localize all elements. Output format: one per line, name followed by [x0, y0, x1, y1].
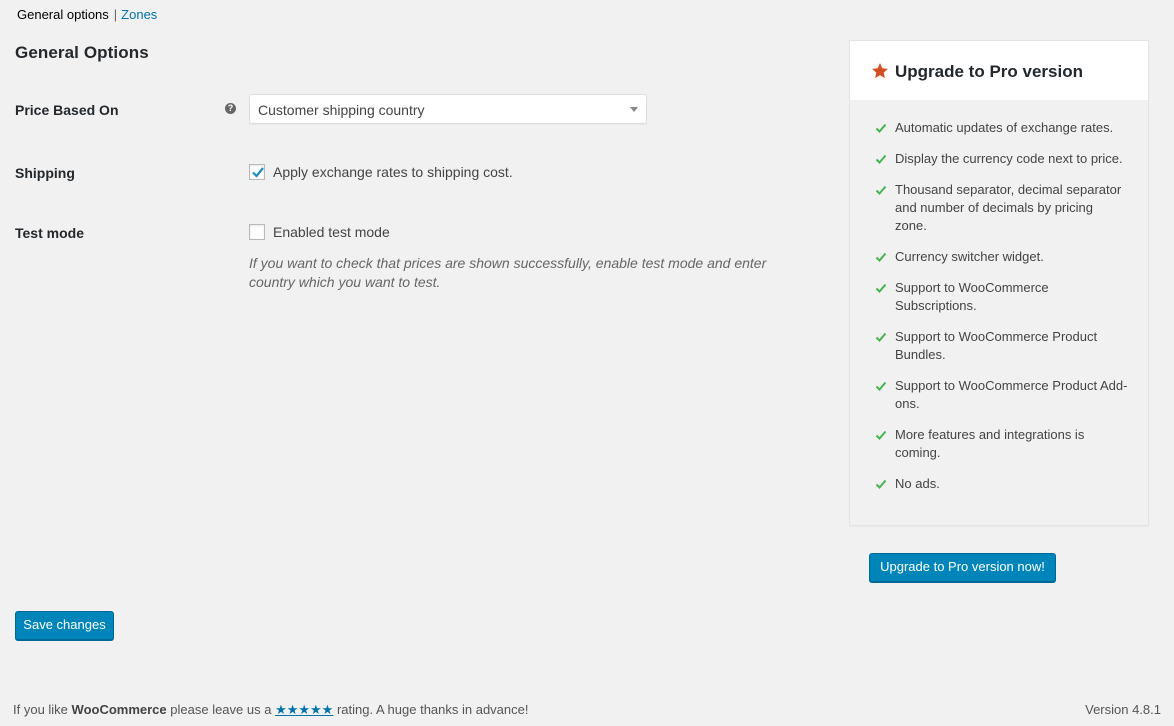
pro-feature-text: Display the currency code next to price. — [895, 151, 1123, 166]
checkmark-icon — [875, 154, 887, 164]
pro-feature-text: More features and integrations is coming… — [895, 427, 1085, 460]
upgrade-pro-header: Upgrade to Pro version — [850, 41, 1148, 100]
footer-rating-text: If you like WooCommerce please leave us … — [13, 702, 528, 718]
pro-feature-item: Support to WooCommerce Subscriptions. — [850, 279, 1148, 315]
pro-feature-text: Support to WooCommerce Product Bundles. — [895, 329, 1098, 362]
checkmark-icon — [252, 167, 264, 178]
question-icon[interactable]: ? — [225, 103, 236, 114]
nav-zones-link[interactable]: Zones — [121, 7, 157, 22]
shipping-checkbox-label[interactable]: Apply exchange rates to shipping cost. — [273, 164, 513, 180]
nav-separator: | — [113, 7, 118, 22]
pro-feature-item: No ads. — [850, 475, 1148, 493]
pro-feature-item: Support to WooCommerce Product Add-ons. — [850, 377, 1148, 413]
price-based-on-select[interactable]: Customer shipping country — [249, 94, 647, 124]
save-changes-button[interactable]: Save changes — [15, 611, 114, 640]
pro-feature-item: Automatic updates of exchange rates. — [850, 119, 1148, 137]
chevron-down-icon — [630, 107, 638, 112]
nav-general-options[interactable]: General options — [17, 7, 109, 22]
footer-middle: please leave us a — [166, 702, 276, 717]
upgrade-pro-button[interactable]: Upgrade to Pro version now! — [869, 553, 1056, 582]
pro-feature-text: Support to WooCommerce Product Add-ons. — [895, 378, 1128, 411]
test-mode-checkbox[interactable] — [249, 224, 265, 240]
pro-feature-text: Thousand separator, decimal separator an… — [895, 182, 1122, 233]
rating-stars-link[interactable]: ★★★★★ — [275, 702, 333, 717]
test-mode-description: If you want to check that prices are sho… — [249, 255, 767, 290]
settings-subnav: General options | Zones — [17, 6, 157, 24]
pro-feature-text: No ads. — [895, 476, 940, 491]
checkmark-icon — [875, 123, 887, 133]
checkmark-icon — [875, 381, 887, 391]
price-based-on-label: Price Based On — [15, 102, 119, 118]
test-mode-checkbox-label[interactable]: Enabled test mode — [273, 224, 390, 240]
checkmark-icon — [875, 185, 887, 195]
pro-feature-item: Display the currency code next to price. — [850, 150, 1148, 168]
pro-features-list: Automatic updates of exchange rates. Disp… — [850, 119, 1148, 506]
checkmark-icon — [875, 332, 887, 342]
upgrade-pro-panel: Upgrade to Pro version Automatic updates… — [849, 40, 1149, 526]
pro-feature-item: Thousand separator, decimal separator an… — [850, 181, 1148, 235]
checkmark-icon — [875, 283, 887, 293]
pro-feature-item: Support to WooCommerce Product Bundles. — [850, 328, 1148, 364]
star-icon — [872, 63, 888, 79]
price-based-on-selected-value: Customer shipping country — [258, 102, 425, 118]
footer-brand: WooCommerce — [71, 702, 167, 717]
page-title: General Options — [15, 43, 149, 62]
upgrade-pro-title: Upgrade to Pro version — [895, 62, 1083, 81]
checkmark-icon — [875, 252, 887, 262]
test-mode-label: Test mode — [15, 225, 84, 241]
pro-feature-text: Support to WooCommerce Subscriptions. — [895, 280, 1049, 313]
pro-feature-item: Currency switcher widget. — [850, 248, 1148, 266]
pro-feature-text: Currency switcher widget. — [895, 249, 1044, 264]
footer-suffix: rating. A huge thanks in advance! — [333, 702, 529, 717]
checkmark-icon — [875, 430, 887, 440]
shipping-checkbox[interactable] — [249, 164, 265, 180]
checkmark-icon — [875, 479, 887, 489]
footer-prefix: If you like — [13, 702, 72, 717]
version-text: Version 4.8.1 — [1085, 702, 1161, 717]
pro-feature-text: Automatic updates of exchange rates. — [895, 120, 1114, 135]
shipping-label: Shipping — [15, 165, 75, 181]
pro-feature-item: More features and integrations is coming… — [850, 426, 1148, 462]
